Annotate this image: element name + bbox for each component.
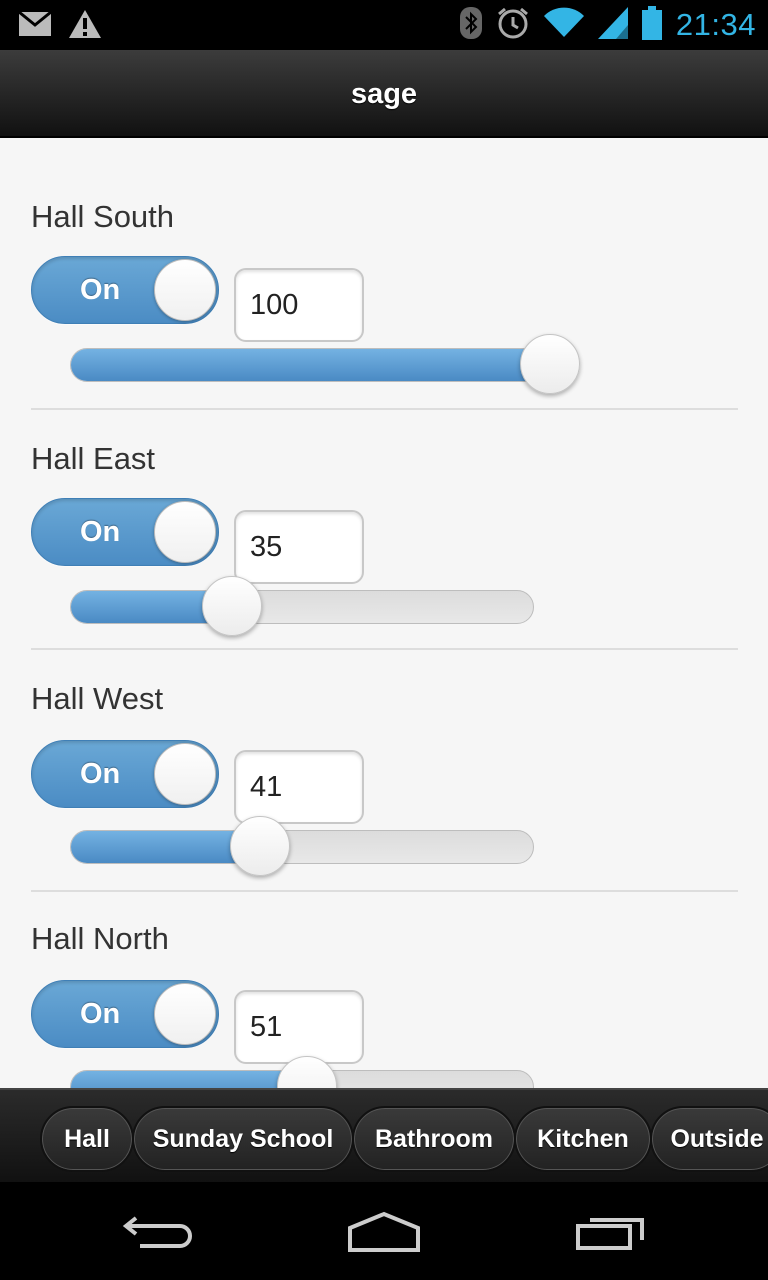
level-input[interactable]: 51 xyxy=(234,990,364,1064)
app-header: sage xyxy=(0,50,768,138)
page-title: sage xyxy=(350,78,418,110)
home-button[interactable] xyxy=(344,1206,444,1256)
level-input[interactable]: 100 xyxy=(234,268,364,342)
recent-apps-button[interactable] xyxy=(574,1206,674,1256)
toggle-knob[interactable] xyxy=(154,259,216,321)
tab-outside[interactable]: Outside xyxy=(650,1106,768,1172)
level-slider-track[interactable] xyxy=(70,590,534,624)
light-name: Hall North xyxy=(31,921,169,956)
toggle-knob[interactable] xyxy=(154,983,216,1045)
back-icon xyxy=(122,1216,196,1260)
system-nav-bar xyxy=(0,1182,768,1280)
power-toggle[interactable]: On xyxy=(31,256,219,324)
power-toggle[interactable]: On xyxy=(31,740,219,808)
power-toggle[interactable]: On xyxy=(31,980,219,1048)
recent-apps-icon xyxy=(574,1218,648,1260)
light-name: Hall West xyxy=(31,681,164,716)
toggle-label: On xyxy=(80,274,121,306)
alarm-icon xyxy=(496,6,530,45)
tab-bathroom[interactable]: Bathroom xyxy=(352,1106,516,1172)
signal-icon xyxy=(597,6,628,44)
light-name: Hall East xyxy=(31,441,156,476)
mail-icon xyxy=(18,10,52,42)
light-item-hall-east: Hall East On 35 xyxy=(0,380,768,650)
light-item-hall-north: Hall North On 51 xyxy=(0,860,768,1088)
light-item-hall-south: Hall South On 100 xyxy=(0,138,768,410)
warning-icon xyxy=(68,9,102,44)
room-tab-bar: Hall Sunday School Bathroom Kitchen Outs… xyxy=(0,1088,768,1182)
status-bar: 21:34 xyxy=(0,0,768,50)
level-slider-fill xyxy=(71,1071,308,1088)
battery-icon xyxy=(641,5,662,45)
level-input[interactable]: 41 xyxy=(234,750,364,824)
level-slider-fill xyxy=(71,349,559,381)
lights-list[interactable]: Hall South On 100 Hall East On 35 Hall W… xyxy=(0,138,768,1088)
tab-kitchen[interactable]: Kitchen xyxy=(514,1106,652,1172)
tab-hall[interactable]: Hall xyxy=(40,1106,134,1172)
back-button[interactable] xyxy=(122,1206,222,1256)
wifi-icon xyxy=(543,7,584,44)
light-item-hall-west: Hall West On 41 xyxy=(0,620,768,892)
toggle-knob[interactable] xyxy=(154,743,216,805)
power-toggle[interactable]: On xyxy=(31,498,219,566)
toggle-label: On xyxy=(80,758,121,790)
level-slider-track[interactable] xyxy=(70,830,534,864)
level-slider-track[interactable] xyxy=(70,348,560,382)
bluetooth-icon xyxy=(459,6,482,44)
toggle-label: On xyxy=(80,516,121,548)
level-input[interactable]: 35 xyxy=(234,510,364,584)
tab-sunday-school[interactable]: Sunday School xyxy=(132,1106,354,1172)
toggle-knob[interactable] xyxy=(154,501,216,563)
status-clock: 21:34 xyxy=(675,7,756,42)
toggle-label: On xyxy=(80,998,121,1030)
light-name: Hall South xyxy=(31,199,175,234)
home-icon xyxy=(344,1211,424,1260)
app-screen: 21:34 sage Hall South On 100 Hall East O… xyxy=(0,0,768,1280)
